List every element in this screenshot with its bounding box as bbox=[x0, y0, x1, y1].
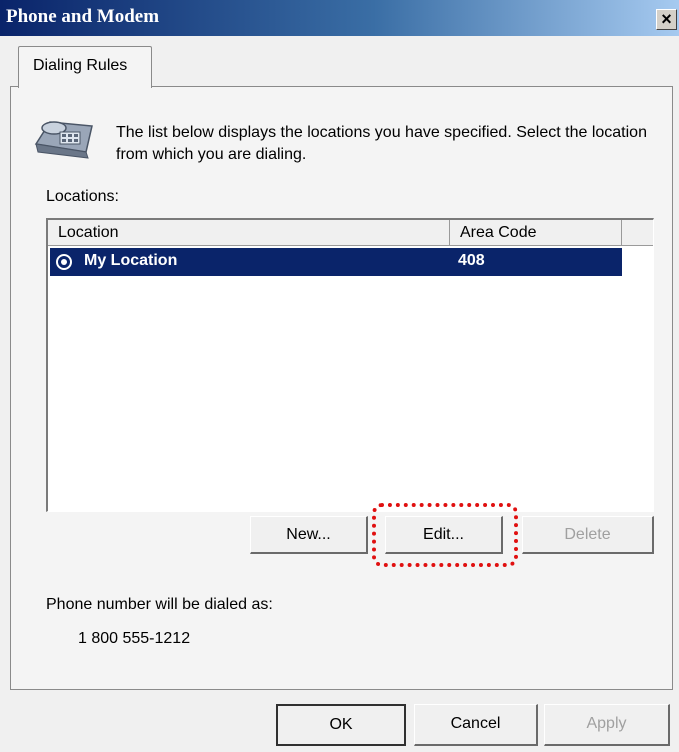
area-code: 408 bbox=[458, 252, 485, 269]
close-icon: × bbox=[661, 9, 672, 29]
tab-label: Dialing Rules bbox=[33, 57, 128, 74]
locations-label: Locations: bbox=[46, 188, 119, 205]
title-bar[interactable]: Phone and Modem × bbox=[0, 0, 679, 36]
radio-selected-icon[interactable] bbox=[56, 254, 72, 270]
ok-button[interactable]: OK bbox=[276, 704, 406, 746]
apply-button: Apply bbox=[544, 704, 670, 746]
window-title: Phone and Modem bbox=[6, 6, 160, 27]
cancel-button[interactable]: Cancel bbox=[414, 704, 538, 746]
column-header-area-code[interactable]: Area Code bbox=[450, 220, 622, 246]
delete-button: Delete bbox=[522, 516, 654, 554]
edit-highlight-annotation bbox=[372, 503, 518, 567]
list-item[interactable]: My Location 408 bbox=[50, 248, 622, 276]
instruction-text: The list below displays the locations yo… bbox=[116, 124, 647, 163]
tab-dialing-rules[interactable]: Dialing Rules bbox=[18, 46, 152, 88]
phone-and-modem-dialog: Phone and Modem × Dialing Rules The list… bbox=[0, 0, 679, 752]
dialed-number: 1 800 555-1212 bbox=[78, 630, 191, 647]
location-name: My Location bbox=[84, 252, 178, 269]
new-button[interactable]: New... bbox=[250, 516, 368, 554]
telephone-icon bbox=[34, 121, 93, 159]
close-button[interactable]: × bbox=[656, 9, 677, 30]
locations-list[interactable]: Location Area Code My Location 408 bbox=[46, 218, 654, 512]
column-header-filler bbox=[622, 220, 653, 246]
column-header-location[interactable]: Location bbox=[48, 220, 450, 246]
dialed-as-label: Phone number will be dialed as: bbox=[46, 596, 273, 613]
